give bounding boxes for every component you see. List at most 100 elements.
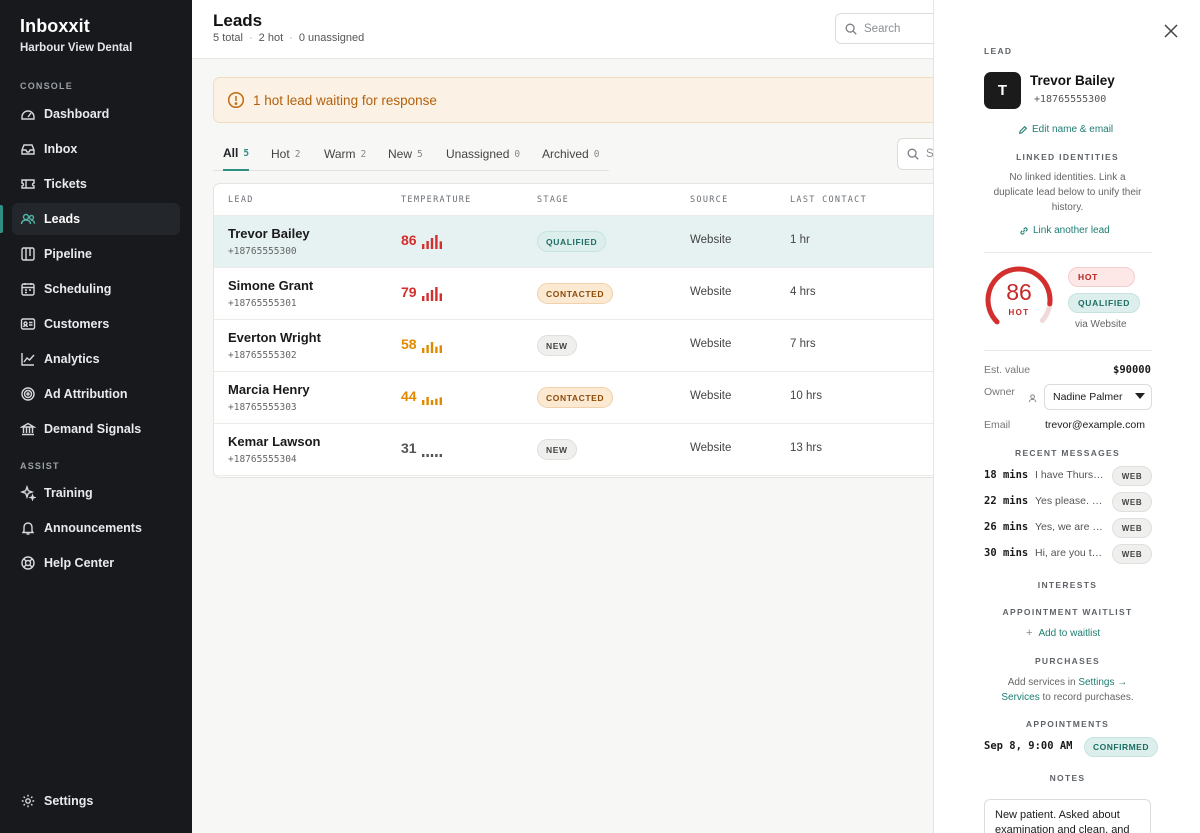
channel-badge: WEB <box>1112 518 1152 538</box>
tab-archived[interactable]: Archived 0 <box>542 137 599 171</box>
sidebar-item-dashboard[interactable]: Dashboard <box>12 98 180 130</box>
temperature-bar <box>430 400 434 405</box>
temperature-value: 44 <box>401 388 417 404</box>
sidebar-item-label: Announcements <box>44 521 142 535</box>
sidebar-item-scheduling[interactable]: Scheduling <box>12 273 180 305</box>
section-label-appointment-waitlist: APPOINTMENT WAITLIST <box>1002 607 1133 617</box>
last-contact: 7 hrs <box>790 338 816 350</box>
column-header-stage: STAGE <box>537 195 570 205</box>
sidebar-item-tickets[interactable]: Tickets <box>12 168 180 200</box>
add-waitlist-label: Add to waitlist <box>1038 627 1101 639</box>
settings-link[interactable]: Settings → <box>1078 677 1127 688</box>
table-header: LEAD TEMPERATURE STAGE SOURCE LAST CONTA… <box>214 184 952 216</box>
section-label-lead: LEAD <box>984 46 1013 56</box>
owner-value: Nadine Palmer <box>1053 391 1123 403</box>
sparkle-icon <box>20 485 36 501</box>
lead-search-input[interactable]: Search <box>897 138 937 170</box>
alert-circle-icon <box>227 91 245 109</box>
message-preview: Yes please. … <box>1035 495 1103 507</box>
nav-section-assist: ASSIST <box>20 461 60 471</box>
temperature-bar <box>439 241 442 249</box>
sidebar-item-analytics[interactable]: Analytics <box>12 343 180 375</box>
message-item[interactable]: 30 mins Hi, are you t… WEB <box>984 544 1154 564</box>
tab-count: 5 <box>417 148 423 160</box>
section-label-notes: NOTES <box>1049 773 1086 783</box>
sidebar-item-customers[interactable]: Customers <box>12 308 180 340</box>
hot-badge: HOT <box>1068 267 1135 287</box>
close-icon[interactable] <box>1162 22 1180 40</box>
tab-new[interactable]: New 5 <box>388 137 423 171</box>
table-row[interactable]: Simone Grant +18765555301 79 CONTACTED Websi… <box>214 268 952 320</box>
sidebar-item-label: Training <box>44 486 93 500</box>
sidebar-item-pipeline[interactable]: Pipeline <box>12 238 180 270</box>
sidebar-item-demand-signals[interactable]: Demand Signals <box>12 413 180 445</box>
last-contact: 10 hrs <box>790 390 822 402</box>
temperature-bar <box>435 235 438 249</box>
message-item[interactable]: 22 mins Yes please. … WEB <box>984 492 1154 512</box>
tab-hot[interactable]: Hot 2 <box>271 137 300 171</box>
tab-label: New <box>388 147 413 161</box>
services-link[interactable]: Services <box>1001 692 1039 703</box>
lead-detail-panel: LEAD T Trevor Bailey +18765555300 Edit n… <box>933 0 1200 833</box>
temperature-bar <box>426 454 429 457</box>
last-contact: 13 hrs <box>790 442 822 454</box>
sidebar-item-announcements[interactable]: Announcements <box>12 512 180 544</box>
lead-stats: 5 total · 2 hot · 0 unassigned <box>213 32 364 44</box>
message-item[interactable]: 26 mins Yes, we are … WEB <box>984 518 1154 538</box>
tab-warm[interactable]: Warm 2 <box>324 137 366 171</box>
lead-phone: +18765555304 <box>228 454 297 465</box>
table-row[interactable]: Everton Wright +18765555302 58 NEW Website 7 … <box>214 320 952 372</box>
est-value-label: Est. value <box>984 364 1031 376</box>
temperature-label: HOT <box>1008 308 1030 317</box>
sidebar-item-inbox[interactable]: Inbox <box>12 133 180 165</box>
sidebar-item-settings[interactable]: Settings <box>12 785 180 817</box>
tab-label: Unassigned <box>446 147 510 161</box>
lead-source: Website <box>690 390 732 402</box>
table-row[interactable]: Kemar Lawson +18765555304 31 NEW Website 13 h… <box>214 424 952 476</box>
edit-name-email-link[interactable]: Edit name & email <box>1018 124 1113 135</box>
column-header-source: SOURCE <box>690 195 729 205</box>
section-label-linked-identities: LINKED IDENTITIES <box>1016 152 1119 162</box>
table-row[interactable]: Trevor Bailey +18765555300 86 QUALIFIED Webs… <box>214 216 952 268</box>
owner-select[interactable]: Nadine Palmer <box>1044 384 1152 410</box>
pipeline-icon <box>21 247 35 261</box>
notes-field[interactable]: New patient. Asked about examination and… <box>984 799 1151 833</box>
pencil-icon <box>1018 125 1028 134</box>
appointment-status-badge: CONFIRMED <box>1084 737 1158 757</box>
sidebar: Inboxxit Harbour View Dental CONSOLE Das… <box>0 0 192 833</box>
text-line: history. <box>1051 202 1084 213</box>
lead-source: Website <box>690 338 732 350</box>
lead-source: Website <box>690 234 732 246</box>
bell-icon <box>21 522 35 535</box>
chart-line-icon <box>21 353 35 366</box>
temperature-bar <box>426 397 429 405</box>
last-contact: 4 hrs <box>790 286 816 298</box>
tab-all[interactable]: All 5 <box>223 137 250 171</box>
temperature-bar <box>435 346 438 353</box>
sidebar-item-leads[interactable]: Leads <box>12 203 180 235</box>
stat-hot-label: hot <box>267 32 284 44</box>
global-search-input[interactable]: Search <box>835 13 945 44</box>
stage-badge: CONTACTED <box>537 283 614 304</box>
hot-lead-alert[interactable]: 1 hot lead waiting for response <box>213 77 953 123</box>
page-header: Leads 5 total · 2 hot · 0 unassigned Sea… <box>192 0 945 59</box>
sidebar-item-training[interactable]: Training <box>12 477 180 509</box>
table-row[interactable]: Marcia Henry +18765555303 44 CONTACTED Websi… <box>214 372 952 424</box>
email-label: Email <box>984 419 1011 431</box>
temperature-bars-icon <box>422 235 442 249</box>
message-time: 18 mins <box>984 469 1029 481</box>
link-another-label: Link another lead <box>1033 225 1110 236</box>
avatar: T <box>984 72 1021 109</box>
add-to-waitlist-link[interactable]: + Add to waitlist <box>1026 627 1100 639</box>
est-value: $90000 <box>1113 364 1151 376</box>
channel-badge: WEB <box>1112 544 1152 564</box>
message-time: 22 mins <box>984 495 1029 507</box>
message-item[interactable]: 18 mins I have Thurs… WEB <box>984 466 1154 486</box>
sidebar-item-help-center[interactable]: Help Center <box>12 547 180 579</box>
page-title: Leads <box>213 11 263 30</box>
temperature-bar <box>430 342 434 353</box>
message-preview: Yes, we are … <box>1035 521 1103 533</box>
link-another-lead-link[interactable]: Link another lead <box>1019 225 1110 236</box>
tab-unassigned[interactable]: Unassigned 0 <box>446 137 520 171</box>
sidebar-item-ad-attribution[interactable]: Ad Attribution <box>12 378 180 410</box>
